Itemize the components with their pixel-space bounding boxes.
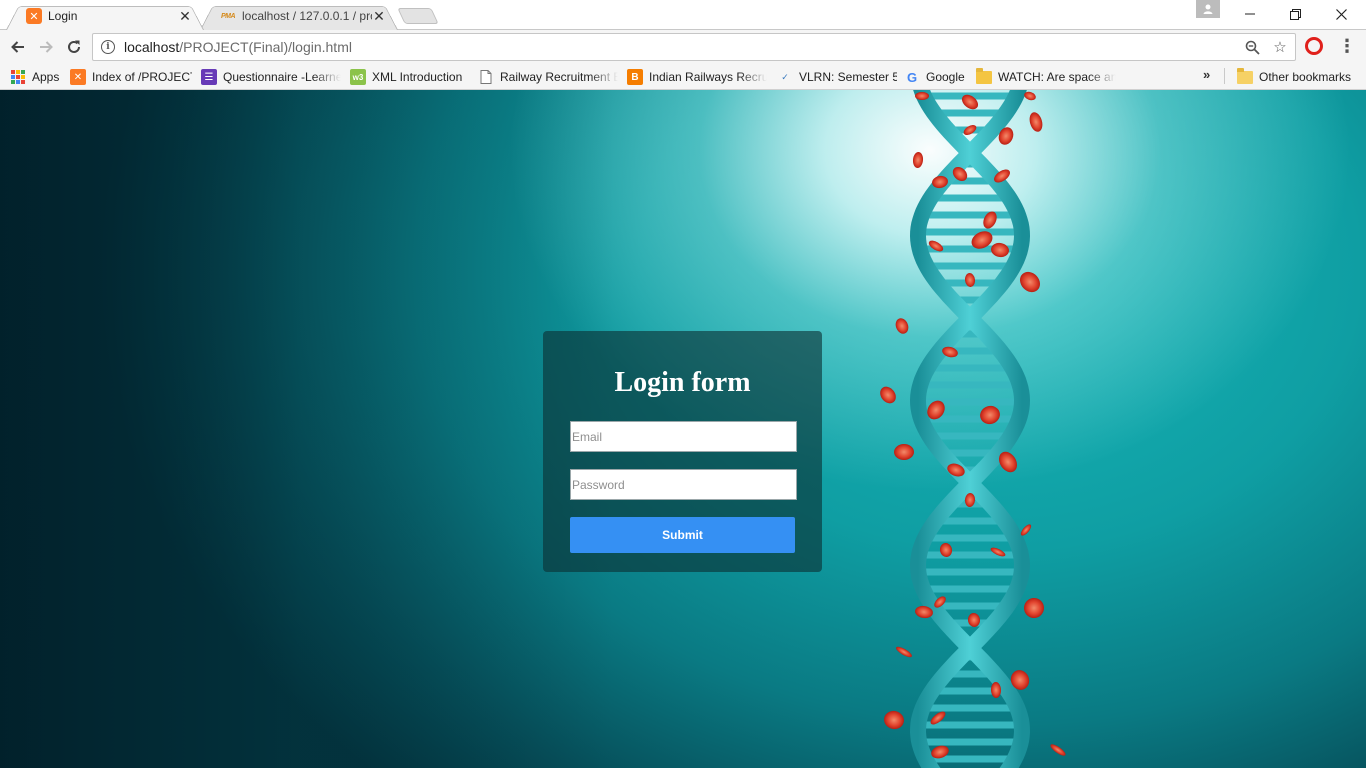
- url-host: localhost: [124, 39, 180, 55]
- bookmark-indian-railways[interactable]: B Indian Railways Recru: [627, 67, 767, 87]
- page-icon: [478, 69, 494, 85]
- bookmark-label: Indian Railways Recru: [649, 70, 767, 84]
- back-button[interactable]: [6, 35, 30, 59]
- close-icon[interactable]: ✕: [372, 8, 386, 24]
- red-blood-cell: [915, 92, 929, 100]
- phpmyadmin-icon: PMA: [220, 12, 236, 20]
- restore-icon: [1289, 8, 1301, 20]
- red-blood-cell: [880, 386, 896, 404]
- login-form: Login form Submit: [543, 331, 822, 572]
- forms-icon: ☰: [201, 69, 217, 85]
- reload-button[interactable]: [62, 35, 86, 59]
- dna-helix-illustration: [880, 90, 1066, 768]
- address-bar[interactable]: i localhost/PROJECT(Final)/login.html ☆: [92, 33, 1296, 61]
- bookmark-vlrn[interactable]: ✓ VLRN: Semester 5: [777, 67, 897, 87]
- minimize-icon: [1245, 13, 1255, 15]
- red-blood-cell: [991, 242, 1009, 258]
- bookmark-label: XML Introduction: [372, 70, 463, 84]
- url-text[interactable]: localhost/PROJECT(Final)/login.html: [124, 39, 352, 55]
- bookmark-index-of-project[interactable]: ✕ Index of /PROJECT: [70, 67, 192, 87]
- red-blood-cell: [895, 318, 909, 334]
- submit-button[interactable]: Submit: [570, 517, 795, 553]
- arrow-left-icon: [11, 41, 24, 53]
- google-icon: G: [906, 69, 918, 85]
- url-path: /PROJECT(Final)/login.html: [179, 39, 352, 55]
- bookmark-star-icon[interactable]: ☆: [1271, 38, 1289, 56]
- login-form-title: Login form: [614, 367, 751, 398]
- bookmark-label: VLRN: Semester 5: [799, 70, 897, 84]
- red-blood-cell: [896, 646, 912, 658]
- bookmarks-divider: [1224, 68, 1225, 84]
- xampp-icon: ✕: [70, 69, 86, 85]
- red-blood-cell: [912, 152, 924, 168]
- bookmark-google[interactable]: G Google: [904, 67, 970, 87]
- bookmark-apps[interactable]: Apps: [10, 67, 59, 87]
- bookmark-railway-recruitment[interactable]: Railway Recruitment E: [478, 67, 618, 87]
- vlrn-icon: ✓: [781, 71, 789, 82]
- browser-tabstrip: ✕ Login ✕ PMA localhost / 127.0.0.1 / pr…: [0, 0, 1366, 31]
- chevron-double-right-icon[interactable]: »: [1203, 67, 1210, 82]
- red-blood-cell: [1029, 112, 1043, 132]
- bookmark-label: Questionnaire -Learne: [223, 70, 341, 84]
- w3schools-icon: w3: [350, 69, 366, 85]
- xampp-icon: ✕: [26, 8, 42, 24]
- bookmark-label: Google: [926, 70, 965, 84]
- forward-button[interactable]: [34, 35, 58, 59]
- bookmark-label: Other bookmarks: [1259, 70, 1352, 84]
- bookmark-label: Apps: [32, 70, 60, 84]
- bookmark-xml-introduction[interactable]: w3 XML Introduction: [350, 67, 470, 87]
- opera-extension-icon[interactable]: [1305, 37, 1323, 55]
- other-bookmarks[interactable]: Other bookmarks: [1237, 67, 1351, 87]
- red-blood-cell: [1050, 744, 1066, 756]
- info-icon[interactable]: i: [101, 40, 115, 54]
- bookmark-label: WATCH: Are space an: [998, 70, 1116, 84]
- red-blood-cell: [980, 405, 1000, 425]
- arrow-right-icon: [40, 41, 53, 53]
- bookmark-questionnaire[interactable]: ☰ Questionnaire -Learne: [201, 67, 341, 87]
- tab-login[interactable]: ✕ Login ✕: [6, 2, 204, 31]
- red-blood-cell: [1024, 598, 1044, 618]
- profile-button[interactable]: [1196, 0, 1220, 18]
- browser-menu-button[interactable]: ⋮: [1338, 35, 1356, 57]
- apps-grid-icon: [10, 69, 26, 85]
- close-icon: [1335, 8, 1347, 20]
- reload-icon: [68, 40, 80, 53]
- bookmark-label: Index of /PROJECT: [92, 70, 192, 84]
- bookmark-label: Railway Recruitment E: [500, 70, 618, 84]
- folder-link-icon: [976, 67, 992, 85]
- folder-icon: [1237, 67, 1253, 85]
- bookmark-watch[interactable]: WATCH: Are space an: [976, 67, 1116, 87]
- browser-toolbar: i localhost/PROJECT(Final)/login.html ☆ …: [0, 30, 1366, 63]
- blogger-icon: B: [627, 69, 643, 85]
- new-tab-button[interactable]: [397, 8, 439, 24]
- red-blood-cell: [884, 710, 904, 730]
- close-window-button[interactable]: [1318, 0, 1364, 28]
- password-field[interactable]: [570, 469, 797, 500]
- tab-title: localhost / 127.0.0.1 / pro: [242, 9, 372, 23]
- zoom-icon[interactable]: [1243, 38, 1261, 56]
- page-viewport: Login form Submit: [0, 90, 1366, 768]
- person-icon: [1203, 4, 1213, 14]
- email-field[interactable]: [570, 421, 797, 452]
- restore-button[interactable]: [1272, 0, 1318, 28]
- red-blood-cell: [894, 443, 914, 461]
- minimize-button[interactable]: [1227, 0, 1273, 28]
- tab-title: Login: [48, 9, 78, 23]
- bookmarks-bar: Apps ✕ Index of /PROJECT ☰ Questionnaire…: [0, 63, 1366, 90]
- close-icon[interactable]: ✕: [178, 8, 192, 24]
- red-blood-cell: [1020, 271, 1040, 293]
- tab-phpmyadmin[interactable]: PMA localhost / 127.0.0.1 / pro ✕: [200, 2, 398, 31]
